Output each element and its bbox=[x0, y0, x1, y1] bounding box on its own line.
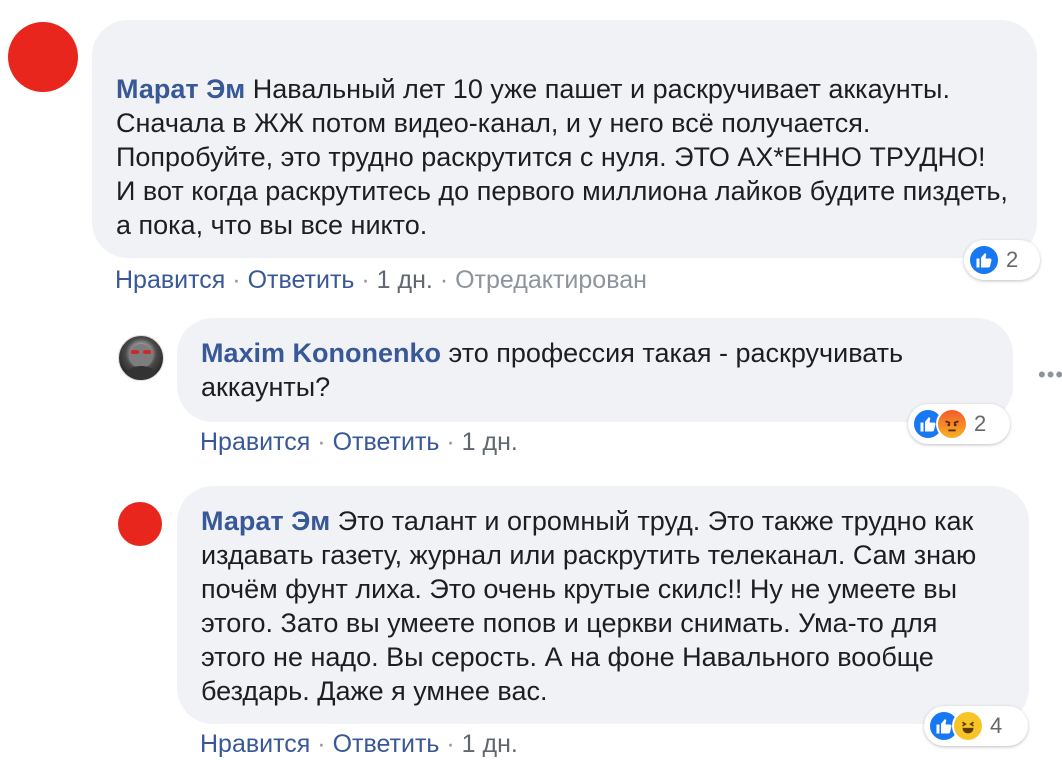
separator-dot: · bbox=[317, 428, 326, 456]
separator-dot: · bbox=[232, 266, 241, 294]
reply-button[interactable]: Ответить bbox=[248, 266, 355, 294]
separator-dot: · bbox=[361, 266, 370, 294]
separator-dot: · bbox=[446, 730, 455, 758]
comment-bubble: Марат Эм Это талант и огромный труд. Это… bbox=[177, 486, 1029, 724]
reply-button[interactable]: Ответить bbox=[333, 428, 440, 456]
comment-author[interactable]: Марат Эм bbox=[201, 506, 330, 536]
haha-icon bbox=[952, 710, 984, 742]
comment-text: Навальный лет 10 уже пашет и раскручивае… bbox=[116, 74, 1008, 240]
comment-bubble: Марат Эм Навальный лет 10 уже пашет и ра… bbox=[92, 20, 1037, 258]
comment-bubble: Maxim Kononenko это профессия такая - ра… bbox=[177, 318, 1013, 422]
comment-actions: Нравится · Ответить · 1 дн. bbox=[200, 428, 518, 457]
timestamp[interactable]: 1 дн. bbox=[377, 266, 433, 294]
separator-dot: · bbox=[446, 428, 455, 456]
reaction-count: 2 bbox=[1006, 247, 1019, 272]
like-button[interactable]: Нравится bbox=[115, 266, 225, 294]
reply-button[interactable]: Ответить bbox=[333, 730, 440, 758]
reactions-summary[interactable]: 4 bbox=[924, 706, 1028, 746]
avatar[interactable] bbox=[8, 22, 78, 92]
reactions-summary[interactable]: 2 bbox=[908, 404, 1010, 444]
reaction-count: 2 bbox=[974, 411, 987, 436]
avatar[interactable] bbox=[118, 502, 162, 546]
timestamp[interactable]: 1 дн. bbox=[462, 730, 518, 758]
reactions-summary[interactable]: 2 bbox=[964, 240, 1040, 280]
comment-actions: Нравится · Ответить · 1 дн. · Отредактир… bbox=[115, 266, 647, 295]
avatar-photo-icon bbox=[123, 344, 159, 380]
more-options-icon[interactable]: ••• bbox=[1038, 362, 1062, 388]
separator-dot: · bbox=[317, 730, 326, 758]
comment-author[interactable]: Марат Эм bbox=[116, 74, 245, 104]
comment-actions: Нравится · Ответить · 1 дн. bbox=[200, 730, 518, 759]
reaction-count: 4 bbox=[990, 713, 1003, 738]
edited-label[interactable]: Отредактирован bbox=[455, 266, 647, 294]
timestamp[interactable]: 1 дн. bbox=[462, 428, 518, 456]
avatar[interactable] bbox=[118, 335, 164, 381]
angry-icon bbox=[936, 408, 968, 440]
comment-text: Это талант и огромный труд. Это также тр… bbox=[201, 506, 977, 706]
separator-dot: · bbox=[439, 266, 449, 294]
like-button[interactable]: Нравится bbox=[200, 428, 310, 456]
like-button[interactable]: Нравится bbox=[200, 730, 310, 758]
comment-author[interactable]: Maxim Kononenko bbox=[201, 338, 441, 368]
like-icon bbox=[968, 244, 1000, 276]
